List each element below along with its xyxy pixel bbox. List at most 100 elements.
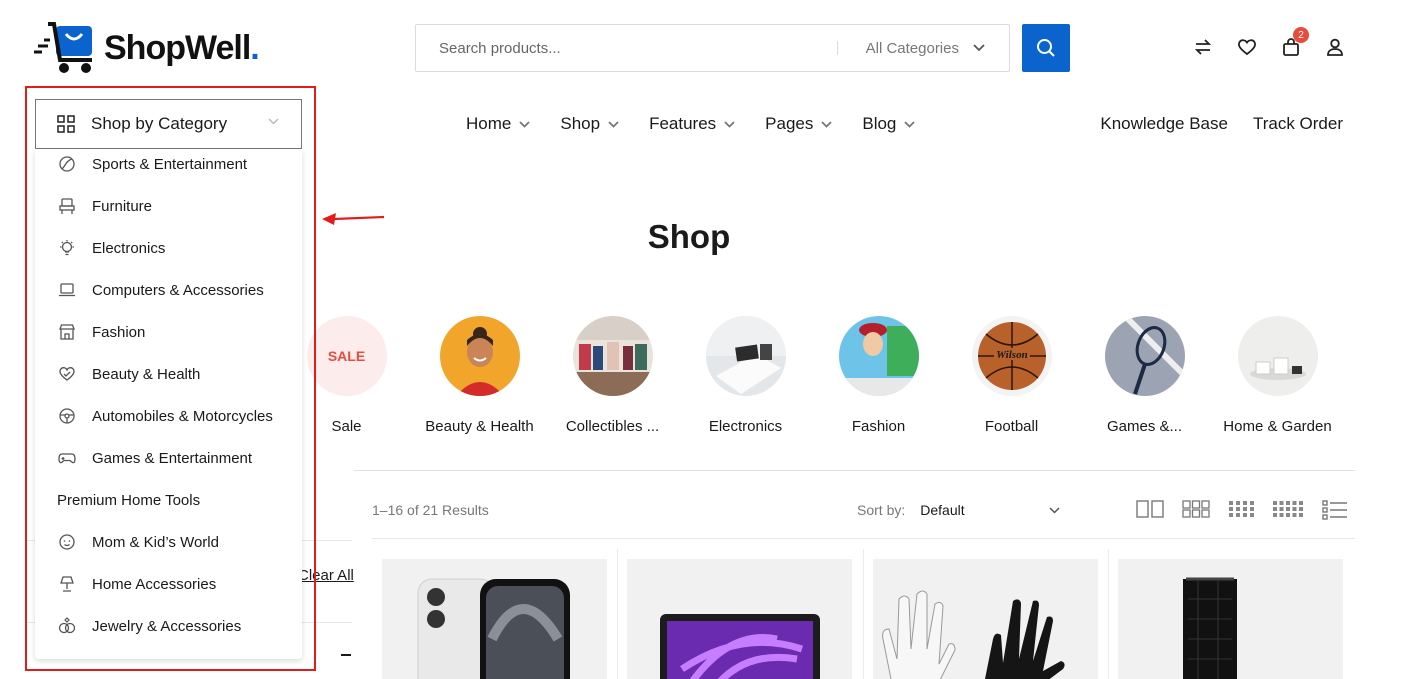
heart-icon [57, 364, 77, 384]
category-circle-home-garden[interactable]: Home & Garden [1211, 316, 1344, 435]
product-divider [617, 549, 618, 679]
category-item-beauty[interactable]: Beauty & Health [35, 359, 302, 389]
compare-icon[interactable] [1192, 36, 1214, 58]
secondary-nav: Knowledge Base Track Order [1100, 114, 1343, 134]
category-circle-label: Collectibles ... [565, 418, 660, 435]
svg-text:Wilson: Wilson [996, 349, 1027, 361]
bulb-icon [57, 238, 77, 258]
clear-all-link[interactable]: Clear All [298, 567, 354, 584]
nav-home[interactable]: Home [466, 114, 530, 134]
cart-logo-icon [34, 22, 92, 73]
view-mode-switcher [1136, 500, 1348, 520]
steering-wheel-icon [57, 406, 77, 426]
beauty-circle-image [439, 316, 520, 396]
chevron-down-icon [973, 44, 985, 52]
category-item-furniture[interactable]: Furniture [35, 191, 302, 221]
football-circle-image: Wilson [971, 316, 1052, 396]
category-item-label: Fashion [92, 323, 146, 341]
category-circle-electronics[interactable]: Electronics [679, 316, 812, 435]
category-circle-label: Football [984, 418, 1039, 435]
electronics-circle-image [705, 316, 786, 396]
toolbar-divider [372, 538, 1355, 539]
category-item-label: Home Accessories [92, 575, 217, 593]
category-item-label: Automobiles & Motorcycles [92, 407, 273, 425]
nav-shop[interactable]: Shop [560, 114, 619, 134]
list-view-icon[interactable] [1322, 500, 1348, 520]
chevron-down-icon [904, 120, 916, 128]
category-item-automobiles[interactable]: Automobiles & Motorcycles [35, 401, 302, 431]
product-divider [1108, 549, 1109, 679]
category-item-electronics[interactable]: Electronics [35, 233, 302, 263]
product-card-image[interactable] [1118, 559, 1343, 679]
category-circle-fashion[interactable]: Fashion [812, 316, 945, 435]
laptop-product-image [660, 614, 820, 679]
collapse-minus-icon[interactable] [341, 654, 351, 656]
sort-select-value: Default [920, 502, 965, 518]
games-circle-image [1104, 316, 1185, 396]
user-account-icon[interactable] [1324, 36, 1346, 58]
category-circle-beauty[interactable]: Beauty & Health [413, 316, 546, 435]
category-item-fashion[interactable]: Fashion [35, 317, 302, 347]
category-item-premium-tools[interactable]: Premium Home Tools [35, 485, 302, 515]
wishlist-heart-icon[interactable] [1236, 36, 1258, 58]
search-button[interactable] [1022, 24, 1070, 72]
sort-label: Sort by: [857, 502, 906, 518]
category-item-games[interactable]: Games & Entertainment [35, 443, 302, 473]
chevron-down-icon [1049, 506, 1060, 514]
search-bar: All Categories [415, 24, 1010, 72]
category-circle-football[interactable]: Wilson Football [945, 316, 1078, 435]
collectibles-circle-image [572, 316, 653, 396]
category-item-label: Mom & Kid’s World [92, 533, 219, 551]
rings-icon [57, 616, 77, 636]
nav-blog[interactable]: Blog [862, 114, 916, 134]
category-select[interactable]: All Categories [866, 40, 1009, 57]
category-circle-collectibles[interactable]: Collectibles ... [546, 316, 679, 435]
category-item-label: Furniture [92, 197, 153, 215]
search-input[interactable] [416, 25, 837, 71]
category-item-jewelry[interactable]: Jewelry & Accessories [35, 611, 302, 641]
sort-control: Sort by: Default [857, 502, 1060, 518]
grid-4-columns-icon[interactable] [1228, 500, 1254, 520]
grid-2-columns-icon[interactable] [1136, 500, 1164, 520]
lamp-icon [57, 574, 77, 594]
category-dropdown-menu: Sports & Entertainment Furniture Electro… [35, 149, 302, 659]
brand-name: ShopWell [104, 28, 251, 67]
phone-product-image [417, 578, 570, 679]
brand-dot: . [250, 28, 260, 67]
category-item-computers[interactable]: Computers & Accessories [35, 275, 302, 305]
brand-logo[interactable]: ShopWell. [34, 20, 260, 76]
gloves-product-image [882, 590, 1065, 679]
product-card-image[interactable] [627, 559, 852, 679]
nav-shop-label: Shop [560, 114, 601, 133]
nav-track-order[interactable]: Track Order [1253, 114, 1343, 134]
nav-features[interactable]: Features [649, 114, 735, 134]
category-item-label: Games & Entertainment [92, 449, 253, 467]
nav-pages[interactable]: Pages [765, 114, 832, 134]
store-icon [57, 322, 77, 342]
grid-5-columns-icon[interactable] [1272, 500, 1304, 520]
laptop-icon [57, 280, 77, 300]
fashion-circle-image [838, 316, 919, 396]
sort-select[interactable]: Default [920, 502, 1060, 518]
cart-bag-icon[interactable]: 2 [1280, 27, 1309, 58]
chevron-down-icon [724, 120, 735, 128]
category-circle-games[interactable]: Games &... [1078, 316, 1211, 435]
annotation-arrow-icon [322, 213, 385, 225]
category-item-sports[interactable]: Sports & Entertainment [35, 149, 302, 179]
cart-count-badge: 2 [1293, 27, 1309, 43]
shop-by-category-toggle[interactable]: Shop by Category [35, 99, 302, 149]
sale-circle-image: SALE [306, 316, 387, 396]
category-item-label: Beauty & Health [92, 365, 201, 383]
product-card-image[interactable] [382, 559, 607, 679]
category-circle-label: Fashion [851, 418, 906, 435]
category-item-home-accessories[interactable]: Home Accessories [35, 569, 302, 599]
category-circle-label: Games &... [1106, 418, 1183, 435]
grid-3-columns-icon[interactable] [1182, 500, 1210, 520]
category-select-value: All Categories [865, 39, 959, 57]
product-card-image[interactable] [873, 559, 1098, 679]
search-icon [1037, 39, 1055, 57]
category-item-mom-kids[interactable]: Mom & Kid’s World [35, 527, 302, 557]
nav-knowledge-base[interactable]: Knowledge Base [1100, 114, 1228, 134]
chevron-down-icon [268, 118, 279, 125]
category-item-label: Premium Home Tools [57, 491, 201, 509]
